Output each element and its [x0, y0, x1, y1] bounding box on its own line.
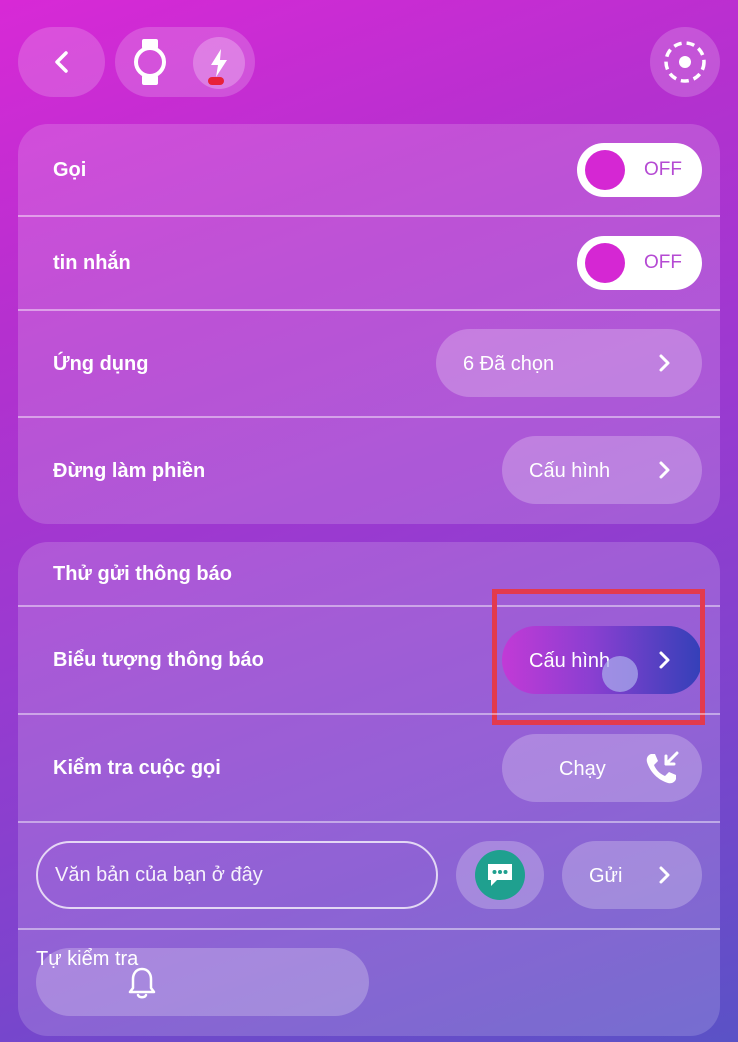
top-bar [18, 27, 720, 97]
settings-button[interactable] [650, 27, 720, 97]
dnd-row: Đừng làm phiền Cấu hình [18, 418, 720, 524]
call-label: Gọi [53, 158, 87, 181]
toggle-state: OFF [644, 252, 682, 273]
charge-button[interactable] [193, 37, 245, 89]
chevron-right-icon [659, 461, 670, 479]
self-test-button[interactable]: Tự kiểm tra [36, 948, 369, 1016]
chevron-left-icon [54, 51, 68, 73]
section-title: Thử gửi thông báo [53, 562, 232, 585]
watch-icon [134, 39, 166, 85]
toggle-knob [585, 243, 625, 283]
call-test-row: Kiểm tra cuộc gọi Chạy [18, 715, 720, 821]
apps-button[interactable]: 6 Đã chọn [436, 329, 702, 397]
chat-bubble-icon [488, 864, 512, 886]
battery-low-indicator [208, 77, 224, 85]
run-call-test-button[interactable]: Chạy [502, 734, 702, 802]
notification-icon-label: Biểu tượng thông báo [53, 648, 264, 671]
apps-label: Ứng dụng [53, 352, 149, 375]
run-label: Chạy [559, 758, 606, 780]
dnd-label: Đừng làm phiền [53, 459, 206, 482]
call-test-label: Kiểm tra cuộc gọi [53, 756, 221, 779]
call-toggle[interactable]: OFF [577, 143, 702, 197]
dnd-value: Cấu hình [529, 460, 611, 482]
dashed-circle-icon [664, 41, 706, 83]
back-button[interactable] [18, 27, 105, 97]
notification-settings-card: Gọi OFF tin nhắn OFF Ứng dụng 6 Đã chọn … [18, 124, 720, 524]
toggle-knob [585, 150, 625, 190]
divider [18, 928, 720, 930]
message-type-button[interactable] [456, 841, 544, 909]
lightning-icon [211, 49, 227, 77]
message-test-row: Gửi [18, 823, 720, 929]
message-input[interactable] [36, 841, 438, 909]
chat-icon [475, 850, 525, 900]
highlight-box [492, 589, 705, 725]
test-notification-card: Thử gửi thông báo Biểu tượng thông báo C… [18, 542, 720, 1036]
apps-row: Ứng dụng 6 Đã chọn [18, 311, 720, 417]
message-row: tin nhắn OFF [18, 217, 720, 310]
chevron-right-icon [659, 866, 670, 884]
self-test-label: Tự kiểm tra [36, 948, 139, 970]
send-label: Gửi [589, 865, 623, 887]
bell-icon [128, 967, 156, 999]
apps-value: 6 Đã chọn [463, 353, 555, 375]
call-row: Gọi OFF [18, 124, 720, 216]
chevron-right-icon [659, 354, 670, 372]
device-status [115, 27, 255, 97]
message-label: tin nhắn [53, 252, 131, 274]
incoming-call-icon [646, 751, 679, 784]
send-button[interactable]: Gửi [562, 841, 702, 909]
message-toggle[interactable]: OFF [577, 236, 702, 290]
toggle-state: OFF [644, 159, 682, 180]
dnd-configure-button[interactable]: Cấu hình [502, 436, 702, 504]
